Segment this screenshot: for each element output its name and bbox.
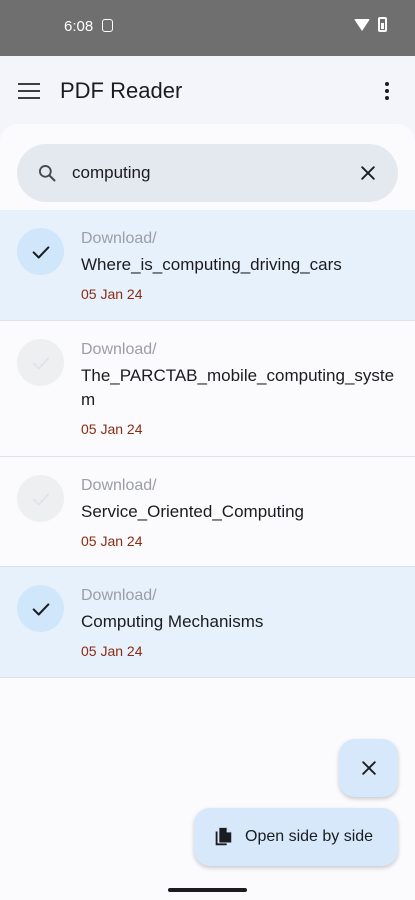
list-item[interactable]: Download/ The_PARCTAB_mobile_computing_s… <box>0 321 415 457</box>
app-bar: PDF Reader <box>0 56 415 124</box>
search-input[interactable] <box>72 160 342 186</box>
search-bar <box>17 144 398 202</box>
list-item[interactable]: Download/ Where_is_computing_driving_car… <box>0 210 415 321</box>
list-item[interactable]: Download/ Service_Oriented_Computing 05 … <box>0 457 415 567</box>
more-options-icon[interactable] <box>385 82 389 100</box>
selection-check[interactable] <box>17 339 64 386</box>
selection-check[interactable] <box>17 475 64 522</box>
file-folder: Download/ <box>81 587 157 604</box>
close-icon <box>361 761 376 775</box>
file-date: 05 Jan 24 <box>81 286 143 302</box>
file-name: Service_Oriented_Computing <box>81 502 305 521</box>
open-side-by-side-button[interactable]: Open side by side <box>194 808 398 866</box>
menu-icon[interactable] <box>18 83 40 99</box>
clear-search-icon[interactable] <box>358 163 378 183</box>
sim-icon <box>102 19 113 32</box>
file-name: Computing Mechanisms <box>81 612 264 631</box>
search-icon <box>39 165 56 182</box>
file-list: Download/ Where_is_computing_driving_car… <box>0 210 415 678</box>
checkmark-icon <box>32 357 49 369</box>
home-gesture-handle[interactable] <box>168 888 247 892</box>
file-date: 05 Jan 24 <box>81 421 143 437</box>
selection-check[interactable] <box>17 228 64 275</box>
file-name: The_PARCTAB_mobile_computing_system <box>81 366 395 409</box>
navigation-bar <box>0 884 415 900</box>
file-folder: Download/ <box>81 477 157 494</box>
copy-document-icon <box>215 827 232 846</box>
file-date: 05 Jan 24 <box>81 533 143 549</box>
cancel-selection-button[interactable] <box>339 739 398 797</box>
status-time: 6:08 <box>64 18 94 35</box>
file-name: Where_is_computing_driving_cars <box>81 255 342 274</box>
open-side-by-side-label: Open side by side <box>245 828 374 845</box>
wifi-icon <box>354 18 370 31</box>
checkmark-icon <box>32 602 49 616</box>
status-bar: 6:08 <box>0 0 415 56</box>
selection-check[interactable] <box>17 585 64 632</box>
checkmark-icon <box>32 245 49 259</box>
file-folder: Download/ <box>81 341 157 358</box>
battery-icon <box>378 17 387 32</box>
list-item[interactable]: Download/ Computing Mechanisms 05 Jan 24 <box>0 567 415 678</box>
file-date: 05 Jan 24 <box>81 643 143 659</box>
app-title: PDF Reader <box>60 78 183 103</box>
checkmark-icon <box>32 493 49 505</box>
status-icons <box>354 17 387 32</box>
file-folder: Download/ <box>81 230 157 247</box>
